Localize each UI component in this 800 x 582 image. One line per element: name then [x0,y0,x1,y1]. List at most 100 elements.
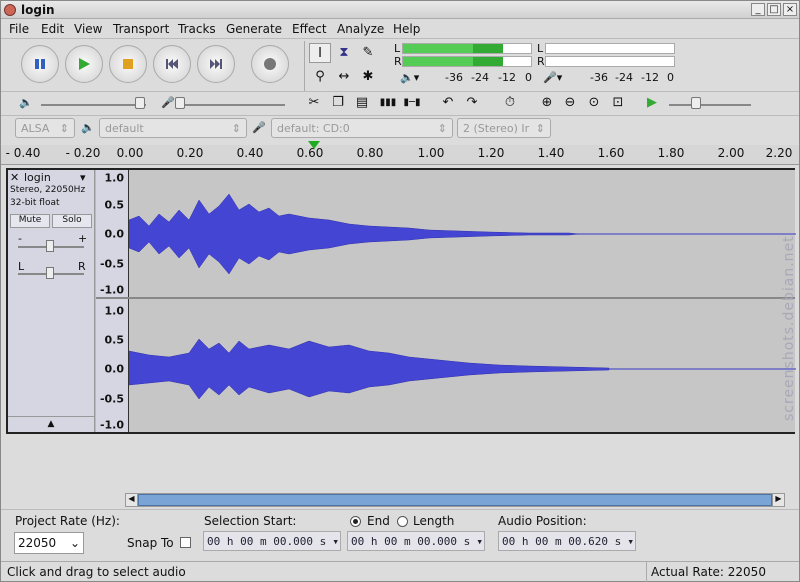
close-button[interactable]: × [783,3,797,16]
ruler-label: 0.00 [116,146,144,160]
selection-start-field[interactable]: 00 h 00 m 00.000 s ▾ [203,531,341,551]
project-rate-combo[interactable]: 22050 ⌄ [14,532,84,554]
output-volume-slider[interactable] [41,104,146,106]
zoom-in-icon[interactable]: ⊕ [536,93,558,113]
silence-icon[interactable]: ▮─▮ [401,93,423,113]
scroll-right-icon[interactable]: ▶ [772,494,784,506]
minimize-button[interactable]: _ [751,3,765,16]
channels-select[interactable]: 2 (Stereo) Ir ⇕ [457,118,551,138]
host-select[interactable]: ALSA ⇕ [15,118,75,138]
track-area[interactable]: ✕ login ▾ Stereo, 22050Hz 32-bit float M… [6,168,796,434]
app-window: login _ □ × File Edit View Transport Tra… [0,0,800,582]
undo-icon[interactable]: ↶ [437,93,459,113]
play-button[interactable] [65,45,103,83]
timeline-ruler[interactable]: - 0.40 - 0.20 0.00 0.20 0.40 0.60 0.80 1… [1,141,799,165]
play-speed-thumb[interactable] [691,97,701,109]
menu-help[interactable]: Help [393,22,420,36]
channels-value: 2 (Stereo) Ir [463,122,530,135]
track-close-icon[interactable]: ✕ [10,171,19,184]
multi-tool-icon[interactable]: ✱ [357,67,379,87]
record-button[interactable] [251,45,289,83]
play-icon [79,58,90,70]
menu-view[interactable]: View [74,22,102,36]
ruler-label: 1.40 [537,146,565,160]
pause-button[interactable] [21,45,59,83]
paste-icon[interactable]: ▤ [351,93,373,113]
play-speed-slider[interactable] [669,104,751,106]
chevron-down-icon: ▾ [332,535,339,548]
playhead-icon[interactable] [308,141,320,149]
menu-transport[interactable]: Transport [113,22,169,36]
selection-end-field[interactable]: 00 h 00 m 00.000 s ▾ [347,531,485,551]
zoom-out-icon[interactable]: ⊖ [559,93,581,113]
snap-to-checkbox[interactable] [180,537,191,548]
output-volume-thumb[interactable] [135,97,145,109]
maximize-button[interactable]: □ [767,3,781,16]
play-meter-left [402,43,532,54]
zoom-tool-icon[interactable]: ⚲ [309,67,331,87]
ruler-label: 1.00 [417,146,445,160]
actual-rate: Actual Rate: 22050 [651,565,766,579]
updown-icon: ⇕ [437,122,447,135]
scroll-left-icon[interactable]: ◀ [126,494,138,506]
waveform-channel-1[interactable] [128,170,796,297]
status-message: Click and drag to select audio [7,565,186,579]
sync-lock-icon[interactable]: ⏱ [499,93,521,113]
horizontal-scrollbar[interactable]: ◀ ▶ [125,493,785,507]
menu-analyze[interactable]: Analyze [337,22,384,36]
audio-position-field[interactable]: 00 h 00 m 00.620 s ▾ [498,531,636,551]
y-tick: 0.0 [104,227,125,241]
play-at-speed-icon[interactable]: ▶ [641,93,663,113]
rec-scale-tick: -24 [615,71,633,84]
output-device-select[interactable]: default ⇕ [99,118,247,138]
microphone-icon[interactable]: 🎤▾ [543,71,562,84]
mute-button[interactable]: Mute [10,214,50,228]
copy-icon[interactable]: ❐ [327,93,349,113]
menu-tracks[interactable]: Tracks [178,22,216,36]
redo-icon[interactable]: ↷ [461,93,483,113]
updown-icon: ⇕ [59,122,69,135]
end-radio[interactable] [350,516,361,527]
input-volume-thumb[interactable] [175,97,185,109]
timeshift-tool-icon[interactable]: ↔ [333,67,355,87]
trim-icon[interactable]: ▮▮▮ [377,93,399,113]
menu-effect[interactable]: Effect [292,22,327,36]
track-control-panel: ✕ login ▾ Stereo, 22050Hz 32-bit float M… [8,170,95,432]
skip-end-button[interactable] [197,45,235,83]
track-name[interactable]: login [24,171,51,184]
fit-selection-icon[interactable]: ⊙ [583,93,605,113]
speaker-icon[interactable]: 🔈▾ [400,71,419,84]
draw-tool-icon[interactable]: ✎ [357,43,379,63]
fit-project-icon[interactable]: ⊡ [607,93,629,113]
stop-button[interactable] [109,45,147,83]
skip-start-button[interactable] [153,45,191,83]
y-tick: -1.0 [99,418,124,432]
solo-button[interactable]: Solo [52,214,92,228]
ruler-label: 2.00 [717,146,745,160]
status-bar: Click and drag to select audio Actual Ra… [1,561,799,582]
length-radio[interactable] [397,516,408,527]
selection-start-value: 00 h 00 m 00.000 s [207,535,327,548]
collapse-button[interactable]: ▲ [8,416,94,432]
input-device-select[interactable]: default: CD:0 ⇕ [271,118,453,138]
input-volume-slider[interactable] [175,104,285,106]
ruler-label: 2.20 [765,146,793,160]
stop-icon [123,59,133,69]
input-volume-icon: 🎤 [161,96,175,109]
menu-file[interactable]: File [9,22,29,36]
app-icon [4,4,16,16]
gain-thumb[interactable] [46,240,54,252]
scroll-thumb[interactable] [138,494,772,506]
end-label: End [367,514,390,528]
cut-icon[interactable]: ✂ [303,93,325,113]
envelope-tool-icon[interactable]: ⧗ [333,43,355,63]
track-menu-icon[interactable]: ▾ [80,171,86,184]
y-tick: 0.0 [104,362,125,376]
menu-edit[interactable]: Edit [41,22,64,36]
waveform-channel-2[interactable] [128,299,796,432]
pan-thumb[interactable] [46,267,54,279]
selection-tool-icon[interactable]: I [309,43,331,63]
title-bar: login _ □ × [1,1,799,19]
menu-generate[interactable]: Generate [226,22,282,36]
output-volume-icon: 🔈 [19,96,33,109]
